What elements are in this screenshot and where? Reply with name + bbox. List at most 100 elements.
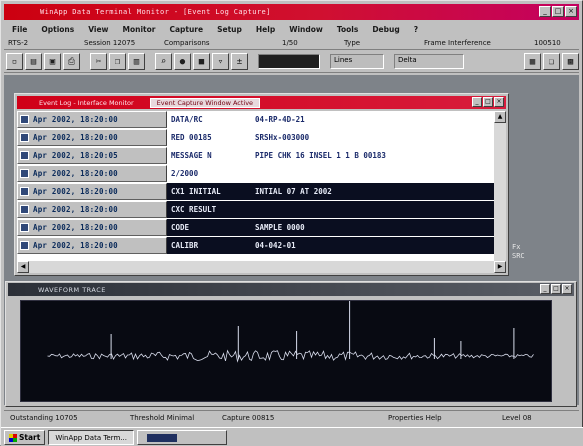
event-log-window: Event Log - Interface Monitor Event Capt… bbox=[14, 93, 509, 276]
count-label: 1/50 bbox=[282, 39, 298, 47]
status-capture: Capture 00815 bbox=[222, 413, 275, 422]
port-label: RTS-2 bbox=[8, 39, 29, 47]
wave-close-button[interactable]: × bbox=[562, 284, 572, 294]
timestamp-cell: Apr 2002, 18:20:00 bbox=[17, 219, 167, 236]
minimize-button[interactable]: _ bbox=[539, 6, 551, 17]
frame-label: Frame Interference bbox=[424, 39, 491, 47]
start-button[interactable]: Start bbox=[4, 430, 46, 445]
scroll-up-icon[interactable]: ▲ bbox=[494, 111, 506, 123]
mdi-workspace: Event Log - Interface Monitor Event Capt… bbox=[4, 75, 579, 407]
tile-icon[interactable]: ▦ bbox=[524, 53, 541, 70]
message-cell: CALIBR 04-042-01 bbox=[167, 237, 494, 254]
row-marker-icon bbox=[20, 241, 29, 250]
table-row[interactable]: Apr 2002, 18:20:00 CODE SAMPLE 0000 bbox=[17, 219, 494, 236]
menu-debug[interactable]: Debug bbox=[372, 25, 399, 34]
stop-icon[interactable]: ■ bbox=[193, 53, 210, 70]
timestamp-cell: Apr 2002, 18:20:05 bbox=[17, 147, 167, 164]
grid-icon[interactable]: ▩ bbox=[562, 53, 579, 70]
level-meter bbox=[258, 54, 320, 69]
table-row[interactable]: Apr 2002, 18:20:00 DATA/RC 04-RP-4D-21 bbox=[17, 111, 494, 128]
table-row[interactable]: Apr 2002, 18:20:00 2/2000 bbox=[17, 165, 494, 182]
title-bar[interactable]: WinApp Data Terminal Monitor - [Event Lo… bbox=[4, 4, 579, 20]
lines-field[interactable]: Lines bbox=[330, 54, 384, 69]
wave-minimize-button[interactable]: _ bbox=[540, 284, 550, 294]
row-marker-icon bbox=[20, 133, 29, 142]
menu-monitor[interactable]: Monitor bbox=[122, 25, 155, 34]
cascade-icon[interactable]: ❏ bbox=[543, 53, 560, 70]
main-window: WinApp Data Terminal Monitor - [Event Lo… bbox=[0, 0, 583, 446]
horizontal-scrollbar[interactable]: ◀ ▶ bbox=[17, 261, 506, 273]
paste-icon[interactable]: ▥ bbox=[128, 53, 145, 70]
save-icon[interactable]: ▣ bbox=[44, 53, 61, 70]
capture-icon[interactable]: ● bbox=[174, 53, 191, 70]
filter-icon[interactable]: ▿ bbox=[212, 53, 229, 70]
waveform-trace bbox=[47, 286, 534, 363]
waveform-title: WAVEFORM TRACE bbox=[38, 285, 106, 294]
table-row[interactable]: Apr 2002, 18:20:00 CX1 INITIAL INTIAL 07 … bbox=[17, 183, 494, 200]
toolbar: ▫ ▤ ▣ ⎙ ✂ ❐ ▥ ⌕ ● ■ ▿ ± Lines Delta ▦ ❏ … bbox=[4, 51, 579, 73]
waveform-titlebar[interactable]: WAVEFORM TRACE _ □ × bbox=[8, 283, 574, 296]
timestamp-cell: Apr 2002, 18:20:00 bbox=[17, 165, 167, 182]
desktop-shortcut-icon[interactable]: Fx SRC bbox=[512, 243, 572, 271]
taskbar-app-button[interactable]: WinApp Data Term... bbox=[48, 430, 134, 445]
table-row[interactable]: Apr 2002, 18:20:00 CALIBR 04-042-01 bbox=[17, 237, 494, 254]
table-row[interactable]: Apr 2002, 18:20:05 MESSAGE N PIPE CHK 16 … bbox=[17, 147, 494, 164]
menu-view[interactable]: View bbox=[88, 25, 108, 34]
scroll-left-icon[interactable]: ◀ bbox=[17, 261, 29, 273]
type-label: Type bbox=[344, 39, 361, 47]
menu-file[interactable]: File bbox=[12, 25, 27, 34]
timestamp-cell: Apr 2002, 18:20:00 bbox=[17, 237, 167, 254]
event-log-title: Event Log - Interface Monitor bbox=[39, 98, 134, 107]
menu-window[interactable]: Window bbox=[289, 25, 323, 34]
find-icon[interactable]: ⌕ bbox=[155, 53, 172, 70]
delta-field[interactable]: Delta bbox=[394, 54, 464, 69]
event-log-titlebar[interactable]: Event Log - Interface Monitor Event Capt… bbox=[17, 96, 506, 109]
task-thumbnail-icon bbox=[146, 433, 177, 442]
maximize-button[interactable]: □ bbox=[552, 6, 564, 17]
message-cell: CODE SAMPLE 0000 bbox=[167, 219, 494, 236]
child-maximize-button[interactable]: □ bbox=[483, 97, 493, 107]
table-row[interactable]: Apr 2002, 18:20:00 RED 00185 SRSHx-003000 bbox=[17, 129, 494, 146]
new-icon[interactable]: ▫ bbox=[6, 53, 23, 70]
child-close-button[interactable]: × bbox=[494, 97, 504, 107]
menu-about[interactable]: ? bbox=[414, 25, 418, 34]
waveform-plot[interactable] bbox=[20, 286, 552, 402]
event-log-tab[interactable]: Event Capture Window Active bbox=[149, 97, 261, 108]
cut-icon[interactable]: ✂ bbox=[90, 53, 107, 70]
menu-tools[interactable]: Tools bbox=[337, 25, 358, 34]
timestamp-cell: Apr 2002, 18:20:00 bbox=[17, 111, 167, 128]
frame-value: 100510 bbox=[534, 39, 561, 47]
taskbar: Start WinApp Data Term... bbox=[1, 427, 583, 446]
message-cell: RED 00185 SRSHx-003000 bbox=[167, 129, 494, 146]
child-minimize-button[interactable]: _ bbox=[472, 97, 482, 107]
menu-capture[interactable]: Capture bbox=[169, 25, 203, 34]
windows-logo-icon bbox=[9, 433, 17, 442]
status-threshold: Threshold Minimal bbox=[130, 413, 195, 422]
close-button[interactable]: × bbox=[565, 6, 577, 17]
row-marker-icon bbox=[20, 187, 29, 196]
status-bar: Outstanding 10705 Threshold Minimal Capt… bbox=[4, 410, 579, 424]
table-row[interactable]: Apr 2002, 18:20:00 CXC RESULT bbox=[17, 201, 494, 218]
desktop-shortcut-label: Fx SRC bbox=[512, 243, 525, 260]
wave-maximize-button[interactable]: □ bbox=[551, 284, 561, 294]
copy-icon[interactable]: ❐ bbox=[109, 53, 126, 70]
open-icon[interactable]: ▤ bbox=[25, 53, 42, 70]
status-help: Properties Help bbox=[388, 413, 442, 422]
timestamp-cell: Apr 2002, 18:20:00 bbox=[17, 183, 167, 200]
zoom-icon[interactable]: ± bbox=[231, 53, 248, 70]
message-cell: CX1 INITIAL INTIAL 07 AT 2002 bbox=[167, 183, 494, 200]
print-icon[interactable]: ⎙ bbox=[63, 53, 80, 70]
waveform-window: WAVEFORM TRACE _ □ × bbox=[5, 281, 577, 407]
taskbar-app-button-2[interactable] bbox=[136, 430, 227, 445]
menu-bar: File Options View Monitor Capture Setup … bbox=[4, 22, 579, 36]
menu-help[interactable]: Help bbox=[256, 25, 275, 34]
scroll-right-icon[interactable]: ▶ bbox=[494, 261, 506, 273]
vertical-scrollbar[interactable]: ▲ bbox=[494, 111, 506, 261]
row-marker-icon bbox=[20, 223, 29, 232]
message-cell: 2/2000 bbox=[167, 165, 494, 182]
mode-label: Comparisons bbox=[164, 39, 210, 47]
row-marker-icon bbox=[20, 169, 29, 178]
menu-setup[interactable]: Setup bbox=[217, 25, 242, 34]
menu-options[interactable]: Options bbox=[41, 25, 74, 34]
row-marker-icon bbox=[20, 151, 29, 160]
